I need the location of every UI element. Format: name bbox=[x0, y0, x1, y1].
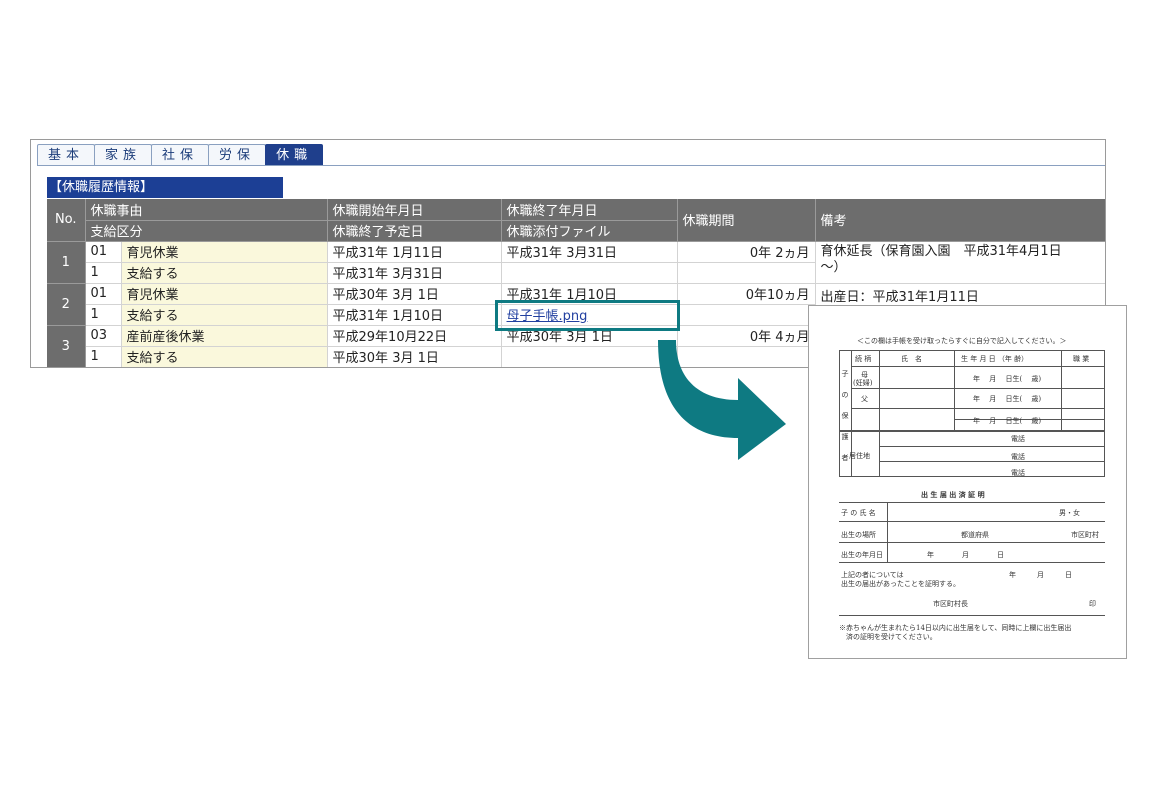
doc-child-name: 子 の 氏 名 bbox=[841, 509, 876, 517]
period-blank bbox=[677, 262, 816, 284]
reason-code: 01 bbox=[85, 241, 122, 263]
reason-name: 育児休業 bbox=[121, 241, 328, 263]
tab-basic[interactable]: 基本 bbox=[37, 144, 96, 166]
doc-col-name: 氏 名 bbox=[901, 355, 922, 363]
attachment-highlight bbox=[495, 300, 680, 331]
doc-col-birth: 生 年 月 日 （年 齢） bbox=[961, 355, 1029, 363]
planned-end-date: 平成31年 1月10日 bbox=[327, 304, 502, 326]
doc-phone: 電話 bbox=[1011, 469, 1025, 477]
header-planned-end: 休職終了予定日 bbox=[327, 220, 502, 242]
pay-code: 1 bbox=[85, 262, 122, 284]
reason-code: 03 bbox=[85, 325, 122, 347]
section-title: 【休職履歴情報】 bbox=[47, 177, 283, 198]
header-end-date: 休職終了年月日 bbox=[501, 199, 678, 221]
header-reason: 休職事由 bbox=[85, 199, 328, 221]
doc-sex: 男・女 bbox=[1059, 509, 1080, 517]
planned-end-date: 平成30年 3月 1日 bbox=[327, 346, 502, 367]
reason-code: 01 bbox=[85, 283, 122, 305]
start-date: 平成30年 3月 1日 bbox=[327, 283, 502, 305]
maternal-handbook-preview: ＜この欄は手帳を受け取ったらすぐに自分で記入してください。＞ 続 柄 氏 名 生… bbox=[808, 305, 1127, 659]
table-header-row: No. 休職事由 休職開始年月日 休職終了年月日 休職期間 備考 bbox=[47, 199, 1105, 242]
header-notes: 備考 bbox=[815, 199, 1105, 242]
doc-birth-fmt: 年 月 日生( 歳) bbox=[973, 375, 1042, 383]
pay-type: 支給する bbox=[121, 304, 328, 326]
pay-code: 1 bbox=[85, 304, 122, 326]
header-attachment: 休職添付ファイル bbox=[501, 220, 678, 242]
header-start-date: 休職開始年月日 bbox=[327, 199, 502, 221]
tab-bar: 基本 家族 社保 労保 休職 bbox=[37, 144, 324, 166]
doc-top-note: ＜この欄は手帳を受け取ったらすぐに自分で記入してください。＞ bbox=[857, 337, 1067, 345]
doc-birth-fmt: 年 月 日生( 歳) bbox=[973, 395, 1042, 403]
doc-cert-title: 出 生 届 出 済 証 明 bbox=[921, 490, 985, 499]
end-date: 平成31年 3月31日 bbox=[501, 241, 678, 263]
notes-line: 育休延長（保育園入園 平成31年4月1日 bbox=[820, 243, 1062, 259]
doc-footer: 済の証明を受けてください。 bbox=[839, 633, 937, 641]
planned-end-date: 平成31年 3月31日 bbox=[327, 262, 502, 284]
leave-period: 0年 2ヵ月 bbox=[677, 241, 816, 263]
notes: 育休延長（保育園入園 平成31年4月1日 ～） bbox=[815, 241, 1105, 284]
attachment-cell bbox=[501, 262, 678, 284]
doc-birth-place: 出生の場所 bbox=[841, 531, 876, 539]
curved-arrow-icon bbox=[658, 340, 786, 460]
doc-date-fmt: 年 月 日 bbox=[1009, 571, 1072, 579]
row-number: 2 bbox=[47, 283, 86, 326]
header-period: 休職期間 bbox=[677, 199, 816, 242]
header-pay-type: 支給区分 bbox=[85, 220, 328, 242]
pay-type: 支給する bbox=[121, 262, 328, 284]
doc-mother-note: (妊婦) bbox=[853, 379, 873, 387]
reason-name: 産前産後休業 bbox=[121, 325, 328, 347]
doc-city: 市区町村 bbox=[1071, 531, 1099, 539]
start-date: 平成29年10月22日 bbox=[327, 325, 502, 347]
doc-ymd: 年 月 日 bbox=[927, 551, 1004, 559]
pay-code: 1 bbox=[85, 346, 122, 367]
doc-seal: 印 bbox=[1089, 600, 1096, 608]
doc-birth-date: 出生の年月日 bbox=[841, 551, 883, 559]
doc-reported: 出生の届出があったことを証明する。 bbox=[841, 580, 960, 588]
doc-father: 父 bbox=[861, 395, 868, 403]
doc-prefecture: 都道府県 bbox=[961, 531, 989, 539]
row-number: 3 bbox=[47, 325, 86, 367]
pay-type: 支給する bbox=[121, 346, 328, 367]
leave-period: 0年10ヵ月 bbox=[677, 283, 816, 305]
tab-family[interactable]: 家族 bbox=[94, 144, 153, 166]
period-blank bbox=[677, 304, 816, 326]
table-row[interactable]: 1 01 育児休業 平成31年 1月11日 平成31年 3月31日 0年 2ヵ月… bbox=[47, 241, 1105, 284]
notes-line: ～） bbox=[820, 259, 847, 275]
reason-name: 育児休業 bbox=[121, 283, 328, 305]
tab-leave[interactable]: 休職 bbox=[265, 144, 324, 166]
header-no: No. bbox=[47, 199, 86, 242]
doc-phone: 電話 bbox=[1011, 435, 1025, 443]
doc-mayor: 市区町村長 bbox=[933, 600, 968, 608]
doc-col-relation: 続 柄 bbox=[855, 355, 872, 363]
tab-divider bbox=[37, 165, 1105, 166]
doc-address: 居住地 bbox=[849, 452, 870, 460]
doc-side-guardian: 子の保護者 bbox=[841, 370, 849, 462]
doc-phone: 電話 bbox=[1011, 453, 1025, 461]
start-date: 平成31年 1月11日 bbox=[327, 241, 502, 263]
row-number: 1 bbox=[47, 241, 86, 284]
doc-col-job: 職 業 bbox=[1073, 355, 1090, 363]
tab-labor-insurance[interactable]: 労保 bbox=[208, 144, 267, 166]
doc-birth-fmt: 年 月 日生( 歳) bbox=[973, 417, 1042, 425]
tab-social-insurance[interactable]: 社保 bbox=[151, 144, 210, 166]
